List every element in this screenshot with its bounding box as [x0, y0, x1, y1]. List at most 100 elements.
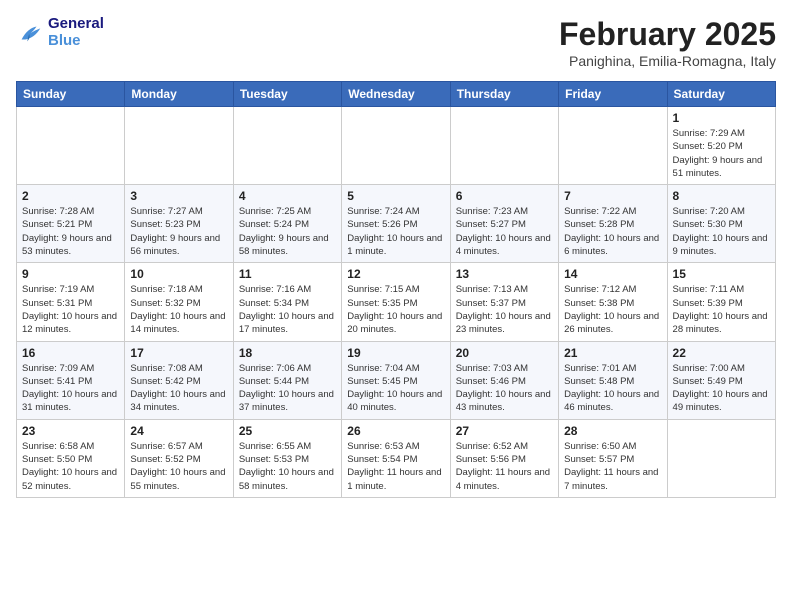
day-info: Sunrise: 7:16 AM Sunset: 5:34 PM Dayligh… — [239, 283, 336, 336]
calendar-cell: 15 Sunrise: 7:11 AM Sunset: 5:39 PM Dayli… — [667, 263, 775, 341]
day-info: Sunrise: 6:58 AM Sunset: 5:50 PM Dayligh… — [22, 440, 119, 493]
calendar-cell — [559, 107, 667, 185]
weekday-header-thursday: Thursday — [450, 82, 558, 107]
calendar-cell: 17 Sunrise: 7:08 AM Sunset: 5:42 PM Dayli… — [125, 341, 233, 419]
day-info: Sunrise: 7:04 AM Sunset: 5:45 PM Dayligh… — [347, 362, 444, 415]
day-info: Sunrise: 6:57 AM Sunset: 5:52 PM Dayligh… — [130, 440, 227, 493]
day-number: 1 — [673, 111, 770, 125]
calendar-cell: 26Sunrise: 6:53 AM Sunset: 5:54 PM Dayli… — [342, 419, 450, 497]
calendar-cell — [342, 107, 450, 185]
week-row-2: 2 Sunrise: 7:28 AM Sunset: 5:21 PM Daylig… — [17, 185, 776, 263]
day-number: 24 — [130, 424, 227, 438]
day-info: Sunrise: 7:12 AM Sunset: 5:38 PM Dayligh… — [564, 283, 661, 336]
calendar-cell: 28 Sunrise: 6:50 AM Sunset: 5:57 PM Dayli… — [559, 419, 667, 497]
day-info: Sunrise: 7:23 AM Sunset: 5:27 PM Dayligh… — [456, 205, 553, 258]
weekday-header-row: SundayMondayTuesdayWednesdayThursdayFrid… — [17, 82, 776, 107]
calendar-cell: 16 Sunrise: 7:09 AM Sunset: 5:41 PM Dayli… — [17, 341, 125, 419]
calendar-cell: 9 Sunrise: 7:19 AM Sunset: 5:31 PM Daylig… — [17, 263, 125, 341]
day-info: Sunrise: 7:09 AM Sunset: 5:41 PM Dayligh… — [22, 362, 119, 415]
day-number: 14 — [564, 267, 661, 281]
day-number: 16 — [22, 346, 119, 360]
calendar-cell: 3 Sunrise: 7:27 AM Sunset: 5:23 PM Daylig… — [125, 185, 233, 263]
logo: General Blue — [16, 16, 104, 49]
calendar-cell: 19 Sunrise: 7:04 AM Sunset: 5:45 PM Dayli… — [342, 341, 450, 419]
day-number: 10 — [130, 267, 227, 281]
day-info: Sunrise: 6:55 AM Sunset: 5:53 PM Dayligh… — [239, 440, 336, 493]
day-number: 27 — [456, 424, 553, 438]
day-number: 23 — [22, 424, 119, 438]
calendar-cell: 12 Sunrise: 7:15 AM Sunset: 5:35 PM Dayli… — [342, 263, 450, 341]
calendar-cell — [125, 107, 233, 185]
logo-text: General Blue — [48, 16, 104, 49]
day-info: Sunrise: 7:15 AM Sunset: 5:35 PM Dayligh… — [347, 283, 444, 336]
day-info: Sunrise: 6:50 AM Sunset: 5:57 PM Dayligh… — [564, 440, 661, 493]
location-subtitle: Panighina, Emilia-Romagna, Italy — [559, 53, 776, 69]
weekday-header-monday: Monday — [125, 82, 233, 107]
day-info: Sunrise: 7:06 AM Sunset: 5:44 PM Dayligh… — [239, 362, 336, 415]
day-info: Sunrise: 7:01 AM Sunset: 5:48 PM Dayligh… — [564, 362, 661, 415]
weekday-header-tuesday: Tuesday — [233, 82, 341, 107]
day-info: Sunrise: 7:11 AM Sunset: 5:39 PM Dayligh… — [673, 283, 770, 336]
calendar-cell: 11 Sunrise: 7:16 AM Sunset: 5:34 PM Dayli… — [233, 263, 341, 341]
calendar-table: SundayMondayTuesdayWednesdayThursdayFrid… — [16, 81, 776, 498]
calendar-cell: 20Sunrise: 7:03 AM Sunset: 5:46 PM Dayli… — [450, 341, 558, 419]
month-title: February 2025 — [559, 16, 776, 53]
day-number: 22 — [673, 346, 770, 360]
day-number: 5 — [347, 189, 444, 203]
day-info: Sunrise: 7:29 AM Sunset: 5:20 PM Dayligh… — [673, 127, 770, 180]
calendar-cell: 22 Sunrise: 7:00 AM Sunset: 5:49 PM Dayli… — [667, 341, 775, 419]
calendar-cell: 25Sunrise: 6:55 AM Sunset: 5:53 PM Dayli… — [233, 419, 341, 497]
calendar-cell: 18Sunrise: 7:06 AM Sunset: 5:44 PM Dayli… — [233, 341, 341, 419]
calendar-cell: 23 Sunrise: 6:58 AM Sunset: 5:50 PM Dayli… — [17, 419, 125, 497]
calendar-cell — [233, 107, 341, 185]
weekday-header-wednesday: Wednesday — [342, 82, 450, 107]
week-row-5: 23 Sunrise: 6:58 AM Sunset: 5:50 PM Dayli… — [17, 419, 776, 497]
calendar-cell: 14 Sunrise: 7:12 AM Sunset: 5:38 PM Dayli… — [559, 263, 667, 341]
calendar-cell: 1 Sunrise: 7:29 AM Sunset: 5:20 PM Daylig… — [667, 107, 775, 185]
day-info: Sunrise: 7:28 AM Sunset: 5:21 PM Dayligh… — [22, 205, 119, 258]
day-number: 13 — [456, 267, 553, 281]
title-block: February 2025 Panighina, Emilia-Romagna,… — [559, 16, 776, 69]
day-info: Sunrise: 7:00 AM Sunset: 5:49 PM Dayligh… — [673, 362, 770, 415]
day-number: 3 — [130, 189, 227, 203]
calendar-cell: 10Sunrise: 7:18 AM Sunset: 5:32 PM Dayli… — [125, 263, 233, 341]
day-info: Sunrise: 7:24 AM Sunset: 5:26 PM Dayligh… — [347, 205, 444, 258]
day-info: Sunrise: 7:20 AM Sunset: 5:30 PM Dayligh… — [673, 205, 770, 258]
day-info: Sunrise: 6:52 AM Sunset: 5:56 PM Dayligh… — [456, 440, 553, 493]
weekday-header-sunday: Sunday — [17, 82, 125, 107]
day-number: 19 — [347, 346, 444, 360]
day-number: 9 — [22, 267, 119, 281]
logo-icon — [16, 19, 44, 47]
day-info: Sunrise: 7:27 AM Sunset: 5:23 PM Dayligh… — [130, 205, 227, 258]
calendar-cell: 13 Sunrise: 7:13 AM Sunset: 5:37 PM Dayli… — [450, 263, 558, 341]
day-number: 12 — [347, 267, 444, 281]
day-number: 21 — [564, 346, 661, 360]
day-info: Sunrise: 7:25 AM Sunset: 5:24 PM Dayligh… — [239, 205, 336, 258]
day-number: 17 — [130, 346, 227, 360]
weekday-header-saturday: Saturday — [667, 82, 775, 107]
day-info: Sunrise: 6:53 AM Sunset: 5:54 PM Dayligh… — [347, 440, 444, 493]
day-number: 8 — [673, 189, 770, 203]
day-info: Sunrise: 7:22 AM Sunset: 5:28 PM Dayligh… — [564, 205, 661, 258]
calendar-cell: 8 Sunrise: 7:20 AM Sunset: 5:30 PM Daylig… — [667, 185, 775, 263]
calendar-cell: 27 Sunrise: 6:52 AM Sunset: 5:56 PM Dayli… — [450, 419, 558, 497]
weekday-header-friday: Friday — [559, 82, 667, 107]
calendar-cell: 21 Sunrise: 7:01 AM Sunset: 5:48 PM Dayli… — [559, 341, 667, 419]
calendar-cell: 6Sunrise: 7:23 AM Sunset: 5:27 PM Daylig… — [450, 185, 558, 263]
day-number: 11 — [239, 267, 336, 281]
day-number: 15 — [673, 267, 770, 281]
week-row-3: 9 Sunrise: 7:19 AM Sunset: 5:31 PM Daylig… — [17, 263, 776, 341]
day-number: 28 — [564, 424, 661, 438]
calendar-cell: 4 Sunrise: 7:25 AM Sunset: 5:24 PM Daylig… — [233, 185, 341, 263]
day-number: 7 — [564, 189, 661, 203]
day-number: 4 — [239, 189, 336, 203]
calendar-cell — [667, 419, 775, 497]
calendar-cell: 5 Sunrise: 7:24 AM Sunset: 5:26 PM Daylig… — [342, 185, 450, 263]
day-info: Sunrise: 7:19 AM Sunset: 5:31 PM Dayligh… — [22, 283, 119, 336]
calendar-cell: 24 Sunrise: 6:57 AM Sunset: 5:52 PM Dayli… — [125, 419, 233, 497]
day-number: 2 — [22, 189, 119, 203]
day-info: Sunrise: 7:13 AM Sunset: 5:37 PM Dayligh… — [456, 283, 553, 336]
day-info: Sunrise: 7:08 AM Sunset: 5:42 PM Dayligh… — [130, 362, 227, 415]
week-row-4: 16 Sunrise: 7:09 AM Sunset: 5:41 PM Dayli… — [17, 341, 776, 419]
day-number: 20 — [456, 346, 553, 360]
